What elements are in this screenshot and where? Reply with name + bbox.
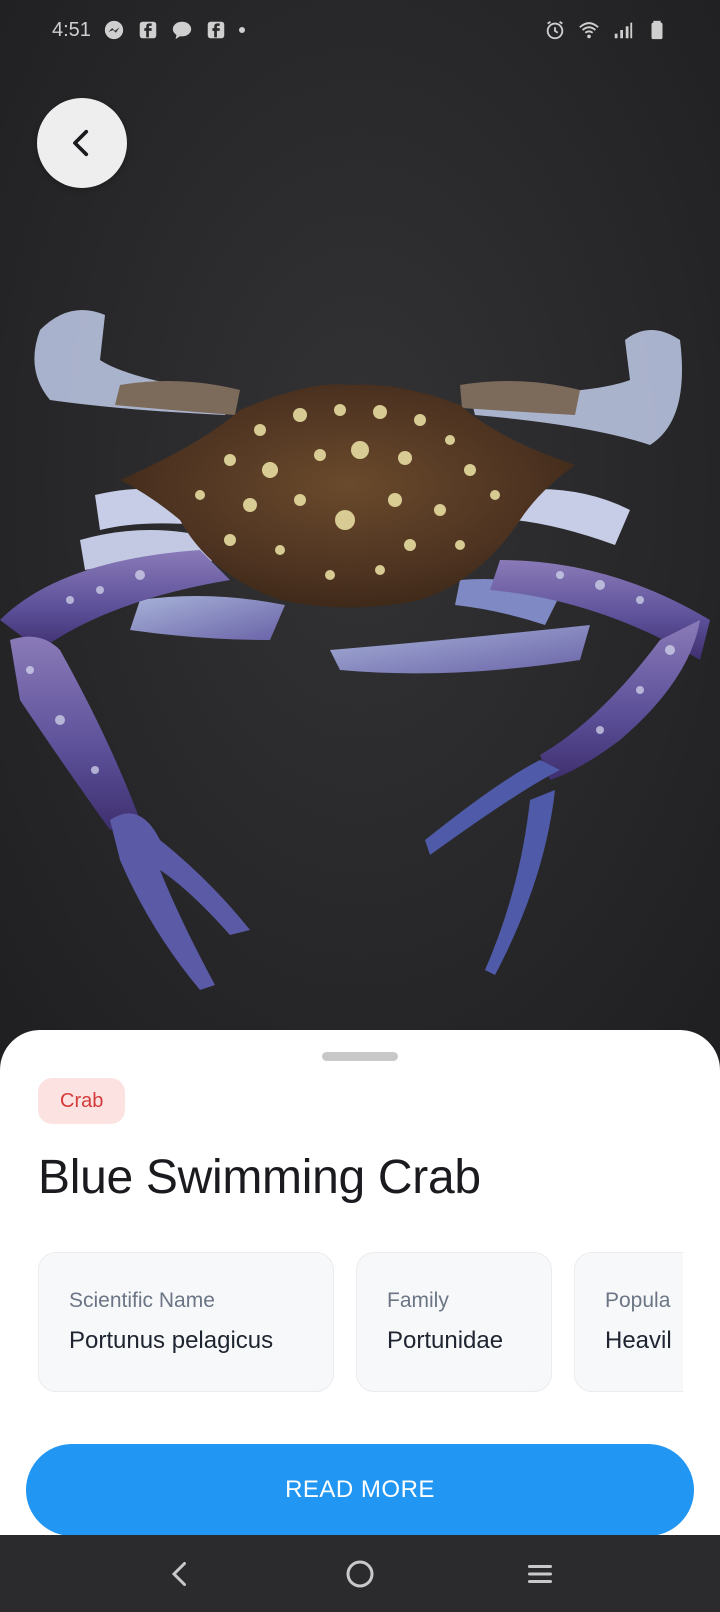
status-time: 4:51 <box>52 18 91 41</box>
info-card-label: Scientific Name <box>69 1289 215 1312</box>
info-card-value: Portunus pelagicus <box>69 1327 274 1354</box>
facebook-icon <box>137 19 159 41</box>
notification-dot-icon <box>238 27 245 33</box>
home-icon <box>346 1560 374 1587</box>
info-card-scientific-name: Scientific Name Portunus pelagicus <box>38 1252 334 1392</box>
info-card-value: Portunidae <box>387 1327 504 1354</box>
drag-handle[interactable] <box>322 1052 398 1061</box>
info-card-family: Family Portunidae <box>356 1252 552 1392</box>
info-card-value: Heavil <box>605 1327 672 1354</box>
alarm-icon <box>544 19 566 41</box>
page-title: Blue Swimming Crab <box>38 1151 481 1204</box>
recents-icon <box>528 1564 552 1583</box>
chevron-left-icon <box>73 129 89 157</box>
system-nav-bar <box>0 1535 720 1612</box>
status-bar: 4:51 <box>0 0 720 60</box>
category-label: Crab <box>60 1089 104 1112</box>
battery-icon <box>646 19 668 41</box>
info-card-label: Family <box>387 1289 449 1312</box>
chat-icon <box>171 19 193 41</box>
category-chip: Crab <box>38 1078 126 1124</box>
read-more-button[interactable]: READ MORE <box>26 1444 694 1535</box>
detail-sheet: Crab Blue Swimming Crab Scientific Name … <box>0 1030 720 1535</box>
nav-back-button[interactable] <box>150 1544 210 1604</box>
status-left: 4:51 <box>52 19 245 42</box>
info-card-label: Popula <box>605 1289 671 1312</box>
signal-icon <box>612 19 634 41</box>
back-button[interactable] <box>37 98 127 188</box>
nav-home-button[interactable] <box>330 1544 390 1604</box>
info-card-population: Popula Heavil <box>574 1252 683 1392</box>
wifi-icon <box>578 19 600 41</box>
info-cards[interactable]: Scientific Name Portunus pelagicus Famil… <box>38 1252 683 1392</box>
status-right <box>544 19 668 41</box>
facebook-icon <box>205 19 227 41</box>
nav-recents-button[interactable] <box>510 1544 570 1604</box>
messenger-icon <box>103 19 125 41</box>
back-icon <box>171 1561 186 1586</box>
